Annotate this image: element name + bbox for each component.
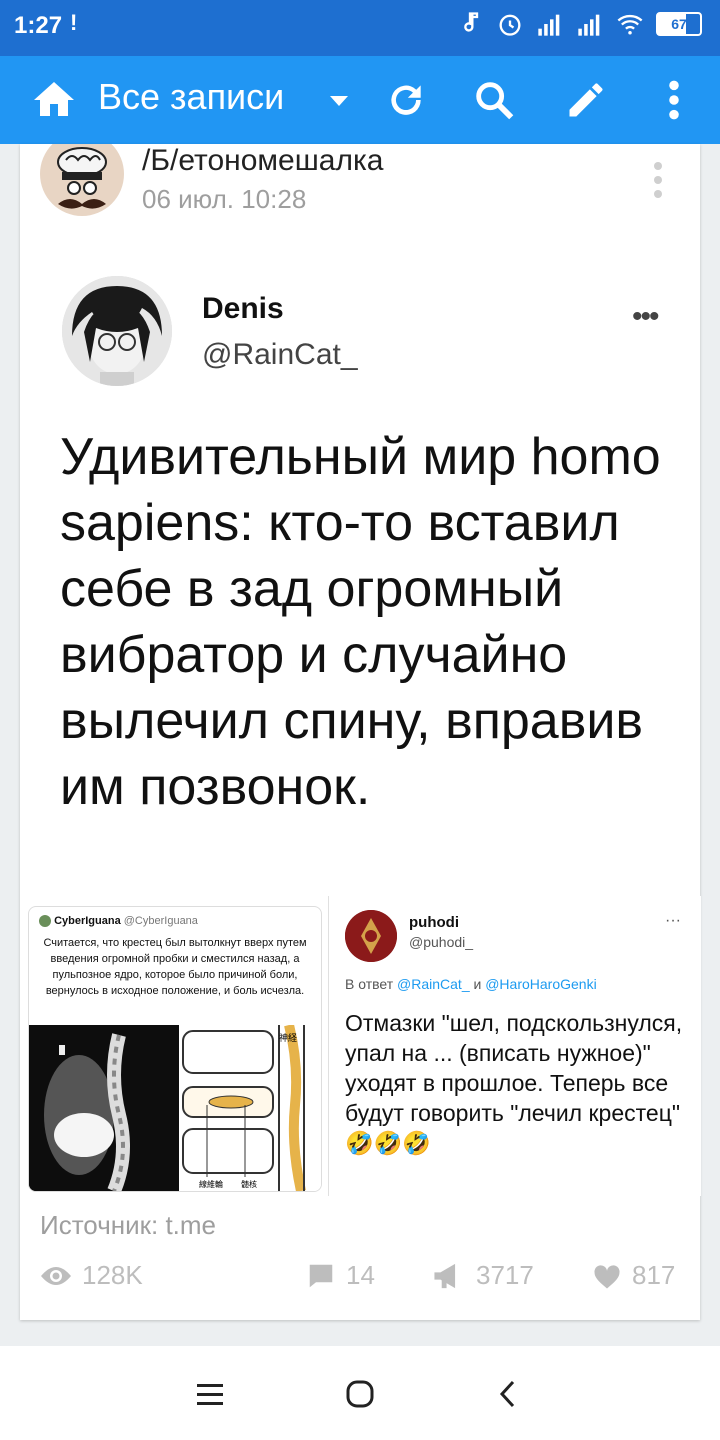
iguana-icon xyxy=(39,915,51,928)
attached-image-scan[interactable]: CyberIguana @CyberIguana Считается, что … xyxy=(28,906,322,1192)
comments-count: 14 xyxy=(346,1260,375,1290)
reply-context: В ответ @RainCat_ и @HaroHaroGenki xyxy=(345,976,597,992)
attached-image-reply[interactable]: puhodi @puhodi_ ··· В ответ @RainCat_ и … xyxy=(328,896,701,1196)
heart-icon xyxy=(594,1264,620,1288)
like-button[interactable]: 817 xyxy=(592,1260,675,1291)
edit-button[interactable] xyxy=(560,56,612,144)
search-button[interactable] xyxy=(468,56,520,144)
likes-count: 817 xyxy=(632,1260,676,1290)
reply-mention: @RainCat_ xyxy=(397,976,470,992)
eye-icon xyxy=(41,1266,71,1285)
battery-icon: 67 xyxy=(656,12,702,36)
home-button[interactable] xyxy=(26,56,82,144)
app-toolbar: Все записи xyxy=(0,56,720,144)
home-icon xyxy=(34,82,74,116)
home-nav-button[interactable] xyxy=(338,1372,382,1416)
reply-and: и xyxy=(473,976,482,992)
reply-author-handle: @puhodi_ xyxy=(409,934,474,950)
menu-icon xyxy=(197,1384,223,1405)
search-icon xyxy=(476,82,514,120)
refresh-icon xyxy=(391,85,421,115)
tweet-text: Удивительный мир homo sapiens: кто-то вс… xyxy=(60,428,661,816)
megaphone-icon xyxy=(434,1263,456,1288)
tweet-author-name: Denis xyxy=(202,292,284,325)
comment-icon xyxy=(309,1264,333,1287)
post-stats: 128K 14 3717 817 xyxy=(20,1260,700,1304)
reply-avatar xyxy=(345,910,397,962)
tweet-image[interactable]: Denis @RainCat_ ••• Удивительный мир hom… xyxy=(20,256,700,1002)
image-tweet-text: Считается, что крестец был вытолкнут вве… xyxy=(43,937,307,997)
reply-author-name: puhodi xyxy=(409,914,459,931)
image-tweet-name: CyberIguana xyxy=(54,915,121,927)
image-tweet-handle: @CyberIguana xyxy=(123,915,198,927)
image-tweet-header: CyberIguana @CyberIguana xyxy=(39,915,198,928)
views-count: 128K xyxy=(82,1260,143,1290)
back-button[interactable] xyxy=(486,1372,530,1416)
tweet-author-handle: @RainCat_ xyxy=(202,338,358,371)
system-nav-bar xyxy=(0,1346,720,1440)
more-vertical-icon[interactable] xyxy=(648,160,668,200)
music-note-icon xyxy=(464,12,479,32)
diagram-label-nerve: 神経 xyxy=(279,1032,297,1044)
repost-button[interactable]: 3717 xyxy=(432,1260,534,1291)
page-title[interactable]: Все записи xyxy=(98,76,284,118)
wifi-icon xyxy=(617,14,643,35)
post-date: 06 июл. 10:28 xyxy=(142,184,307,214)
home-circle-icon xyxy=(346,1380,374,1408)
post-card: /Б/етономешалка 06 июл. 10:28 Denis @Rai… xyxy=(20,144,701,1320)
recents-button[interactable] xyxy=(188,1372,232,1416)
back-arrow-icon xyxy=(499,1380,515,1408)
signal-icon xyxy=(538,14,560,36)
spine-diagram: 神経 線維輪 髄核 xyxy=(179,1023,321,1191)
battery-level: 67 xyxy=(671,16,687,32)
views-stat: 128K xyxy=(40,1260,143,1291)
comments-button[interactable]: 14 xyxy=(306,1260,375,1291)
tweet-avatar xyxy=(62,276,172,386)
reposts-count: 3717 xyxy=(476,1260,534,1290)
post-source: Источник: t.me xyxy=(40,1210,216,1241)
ct-scan-image xyxy=(29,1025,179,1191)
source-link[interactable]: t.me xyxy=(165,1210,216,1240)
signal-icon xyxy=(578,14,600,36)
refresh-button[interactable] xyxy=(380,56,432,144)
chevron-down-icon[interactable] xyxy=(330,96,348,106)
source-label: Источник: xyxy=(40,1210,159,1240)
status-icons: 67 xyxy=(456,10,702,38)
more-horizontal-icon: ··· xyxy=(665,912,681,929)
edit-icon xyxy=(569,83,603,117)
more-options-button[interactable] xyxy=(656,56,692,144)
channel-title[interactable]: /Б/етономешалка xyxy=(142,144,383,178)
notification-icon: ! xyxy=(70,10,78,35)
alarm-icon xyxy=(499,14,521,36)
reply-mention: @HaroHaroGenki xyxy=(485,976,597,992)
channel-avatar[interactable] xyxy=(40,144,124,216)
reply-text: Отмазки "шел, подскользнулся, упал на ..… xyxy=(345,1010,683,1156)
status-bar: 1:27 ! 67 xyxy=(0,0,720,56)
more-vertical-icon xyxy=(669,80,679,120)
reply-prefix: В ответ xyxy=(345,976,394,992)
diagram-label-nucleus: 髄核 xyxy=(241,1179,257,1189)
diagram-label-annulus: 線維輪 xyxy=(199,1179,223,1189)
more-horizontal-icon: ••• xyxy=(632,300,659,333)
status-time: 1:27 xyxy=(14,12,63,39)
